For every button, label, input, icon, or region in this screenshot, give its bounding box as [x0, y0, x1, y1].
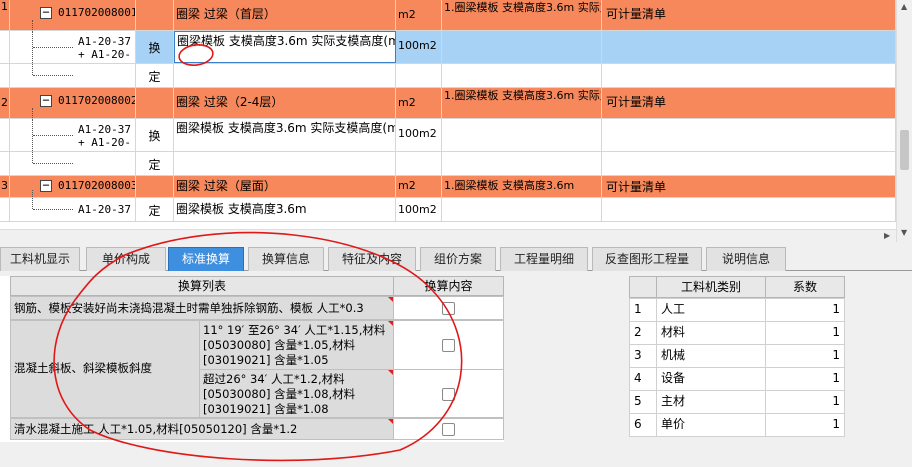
standard-conversion-table: 换算列表 换算内容 钢筋、模板安装好尚未浇捣混凝土时需单独拆除钢筋、模板 人工*…: [0, 276, 504, 442]
horizontal-scrollbar[interactable]: ▶: [0, 229, 896, 242]
scroll-right-icon[interactable]: ▶: [884, 231, 890, 240]
table-row[interactable]: 定: [0, 64, 896, 88]
table-row[interactable]: 2 − 011702008002 圈梁 过梁（2-4层） m2 1.圈梁模板 支…: [0, 88, 896, 119]
item-category: 换: [136, 119, 174, 151]
conversion-option-2a: 11° 19′ 至26° 34′ 人工*1.15,材料[05030080] 含量…: [199, 320, 394, 370]
item-note: 可计量清单: [602, 0, 896, 30]
scroll-up-icon[interactable]: ▲: [901, 2, 907, 11]
coef-row-number: 2: [629, 321, 657, 345]
item-code: 011702008003: [58, 179, 136, 192]
material-type-cell: 人工: [656, 298, 766, 322]
sub-item-code: A1-20-37 + A1-20-40···: [78, 123, 131, 151]
table-row[interactable]: 定: [0, 152, 896, 176]
item-unit: 100m2: [396, 31, 442, 63]
vertical-scrollbar[interactable]: ▲ ▼: [896, 0, 912, 242]
coefficient-value[interactable]: 1: [765, 321, 845, 345]
conversion-item-3: 清水混凝土施工 人工*1.05,材料[05050120] 含量*1.2: [10, 418, 394, 440]
conversion-checkbox-2a[interactable]: [442, 339, 455, 352]
item-name[interactable]: 圈梁模板 支模高度3.6m 实际支模高度(m):5: [174, 119, 396, 151]
material-type-cell: 单价: [656, 413, 766, 437]
item-category: 定: [136, 152, 174, 175]
coef-row-number: 6: [629, 413, 657, 437]
header-conversion-list: 换算列表: [10, 276, 394, 296]
tab-labor-material[interactable]: 工料机显示: [0, 247, 80, 271]
item-unit: 100m2: [396, 119, 442, 151]
item-feature: 1.圈梁模板 支模高度3.6m: [442, 176, 602, 197]
collapse-icon[interactable]: −: [40, 94, 52, 107]
sub-item-code: A1-20-37: [78, 203, 131, 216]
row-number: 3: [0, 176, 10, 197]
list-grid: 1 − 011702008001 圈梁 过梁（首层） m2 1.圈梁模板 支模高…: [0, 0, 896, 229]
tab-pricing-plan[interactable]: 组价方案: [420, 247, 496, 271]
coef-row-number: 1: [629, 298, 657, 322]
header-material-type: 工料机类别: [656, 276, 766, 298]
item-unit: m2: [396, 176, 442, 197]
item-unit: m2: [396, 88, 442, 118]
row-number: 1: [0, 0, 10, 30]
material-type-cell: 主材: [656, 390, 766, 414]
item-name[interactable]: 圈梁模板 支模高度3.6m: [174, 198, 396, 221]
item-note: 可计量清单: [602, 88, 896, 118]
conversion-checkbox-2b[interactable]: [442, 388, 455, 401]
sub-item-code: A1-20-37 + A1-20-40···: [78, 35, 131, 63]
table-row[interactable]: A1-20-37 定 圈梁模板 支模高度3.6m 100m2: [0, 198, 896, 222]
tab-conversion-info[interactable]: 换算信息: [248, 247, 324, 271]
item-code: 011702008001: [58, 6, 136, 19]
coefficient-value[interactable]: 1: [765, 390, 845, 414]
coefficient-table: 工料机类别 系数 1 人工 1 2 材料 1 3 机械 1 4 设备 1 5 主材 1 6 单价 1: [629, 276, 845, 437]
table-row[interactable]: A1-20-37 + A1-20-40··· 换 圈梁模板 支模高度3.6m 实…: [0, 119, 896, 152]
item-category: [136, 0, 174, 30]
collapse-icon[interactable]: −: [40, 6, 52, 19]
item-feature: 1.圈梁模板 支模高度3.6m 实际支模高度(m):6: [442, 0, 602, 30]
table-row[interactable]: 3 − 011702008003 圈梁 过梁（屋面） m2 1.圈梁模板 支模高…: [0, 176, 896, 198]
material-type-cell: 材料: [656, 321, 766, 345]
item-feature: 1.圈梁模板 支模高度3.6m 实际支模高度(m):5: [442, 88, 602, 118]
conversion-checkbox-1[interactable]: [442, 302, 455, 315]
tab-notes[interactable]: 说明信息: [706, 247, 786, 271]
header-coefficient: 系数: [765, 276, 845, 298]
material-type-cell: 机械: [656, 344, 766, 368]
coefficient-value[interactable]: 1: [765, 367, 845, 391]
conversion-option-2b: 超过26° 34′ 人工*1.2,材料[05030080] 含量*1.08,材料…: [199, 369, 394, 418]
tab-standard-conversion[interactable]: 标准换算: [168, 247, 244, 271]
coefficient-value[interactable]: 1: [765, 344, 845, 368]
item-code: 011702008002: [58, 94, 136, 107]
coef-row-number: 3: [629, 344, 657, 368]
item-note: 可计量清单: [602, 176, 896, 197]
item-name[interactable]: 圈梁 过梁（2-4层）: [174, 88, 396, 118]
coef-row-number: 5: [629, 390, 657, 414]
coefficient-value[interactable]: 1: [765, 298, 845, 322]
tab-reverse-lookup[interactable]: 反查图形工程量: [592, 247, 702, 271]
row-number: 2: [0, 88, 10, 118]
scroll-thumb[interactable]: [900, 130, 909, 170]
item-name[interactable]: 圈梁 过梁（屋面）: [174, 176, 396, 197]
conversion-checkbox-3[interactable]: [442, 423, 455, 436]
coef-row-number: 4: [629, 367, 657, 391]
item-category: 定: [136, 64, 174, 87]
table-row-selected[interactable]: A1-20-37 + A1-20-40··· 换 圈梁模板 支模高度3.6m 实…: [0, 31, 896, 64]
conversion-item-1: 钢筋、模板安装好尚未浇捣混凝土时需单独拆除钢筋、模板 人工*0.3: [10, 296, 394, 320]
table-row[interactable]: 1 − 011702008001 圈梁 过梁（首层） m2 1.圈梁模板 支模高…: [0, 0, 896, 31]
coefficient-value[interactable]: 1: [765, 413, 845, 437]
tab-unit-price[interactable]: 单价构成: [86, 247, 166, 271]
tab-quantity-detail[interactable]: 工程量明细: [500, 247, 588, 271]
item-category: 换: [136, 31, 174, 63]
item-name-editor[interactable]: 圈梁模板 支模高度3.6m 实际支模高度(m):6: [174, 31, 396, 63]
header-conversion-content: 换算内容: [393, 276, 504, 296]
bottom-tab-bar: 工料机显示 单价构成 标准换算 换算信息 特征及内容 组价方案 工程量明细 反查…: [0, 247, 912, 271]
tab-features[interactable]: 特征及内容: [328, 247, 416, 271]
item-unit: m2: [396, 0, 442, 30]
material-type-cell: 设备: [656, 367, 766, 391]
item-unit: 100m2: [396, 198, 442, 221]
collapse-icon[interactable]: −: [40, 179, 52, 192]
item-name[interactable]: 圈梁 过梁（首层）: [174, 0, 396, 30]
conversion-item-2: 混凝土斜板、斜梁模板斜度: [10, 320, 200, 418]
item-category: 定: [136, 198, 174, 221]
scroll-down-icon[interactable]: ▼: [901, 228, 907, 237]
